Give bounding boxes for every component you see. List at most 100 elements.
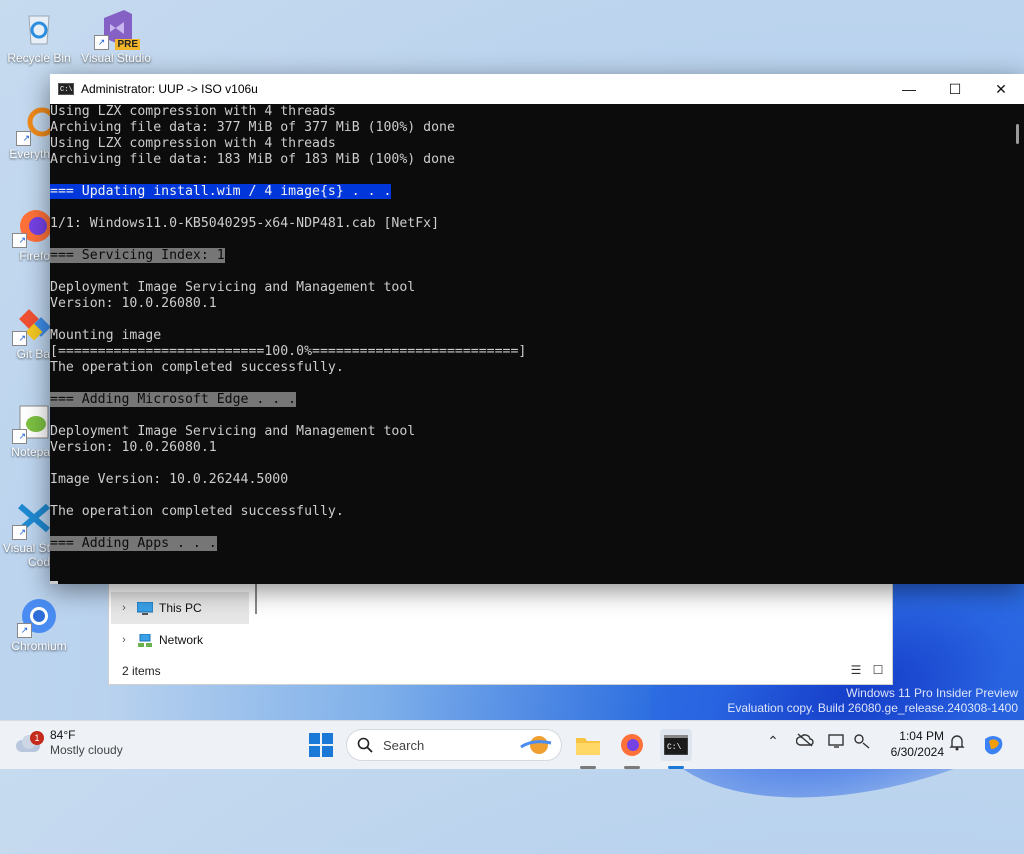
desktop-icon-git-bash[interactable]: ↗ Git Ba: [0, 304, 50, 361]
desktop-icon-label: Everyth: [9, 147, 50, 161]
start-button[interactable]: [305, 729, 337, 761]
search-label: Search: [383, 737, 425, 753]
evaluation-watermark: Windows 11 Pro Insider Preview Evaluatio…: [727, 686, 1018, 716]
notification-badge: 1: [30, 731, 44, 745]
status-bar-item-count: 2 items: [122, 664, 161, 678]
terminal-window: C:\ Administrator: UUP -> ISO v106u — ☐ …: [50, 74, 1024, 584]
windows-logo-icon: [309, 733, 333, 757]
desktop-icon-label: Visual Studio: [81, 51, 151, 65]
taskbar: 1 84°F Mostly cloudy Search C:\ ⌃ 1:04 P…: [0, 720, 1024, 769]
desktop-icon-vscode[interactable]: ↗ Visual St Cod: [0, 498, 50, 569]
scrollbar-thumb[interactable]: [1016, 124, 1019, 144]
terminal-text: The operation completed successfully.: [50, 504, 344, 519]
terminal-output[interactable]: Using LZX compression with 4 threads Arch…: [50, 104, 1008, 584]
shortcut-arrow-icon: ↗: [12, 331, 27, 346]
terminal-line: The operation completed successfully.: [50, 360, 1008, 376]
minimize-button[interactable]: —: [886, 74, 932, 104]
desktop-icon-label: Firefo: [19, 249, 50, 263]
nav-item-this-pc[interactable]: › This PC: [111, 592, 249, 624]
search-icon: [357, 737, 373, 753]
maximize-button[interactable]: ☐: [932, 74, 978, 104]
shortcut-arrow-icon: ↗: [16, 131, 31, 146]
tiles-view-icon[interactable]: ☐: [871, 664, 885, 677]
chevron-right-icon[interactable]: ›: [111, 602, 137, 614]
network-icon: [137, 633, 153, 647]
desktop-icon-label: Recycle Bin: [7, 51, 71, 65]
file-explorer-taskbar-button[interactable]: [572, 729, 604, 761]
terminal-text: Image Version: 10.0.26244.5000: [50, 472, 289, 487]
terminal-line: === Adding Microsoft Edge . . .: [50, 392, 1008, 408]
copilot-pre-icon[interactable]: [980, 733, 1006, 760]
svg-text:C:\: C:\: [667, 743, 682, 752]
command-prompt-icon: C:\: [664, 735, 688, 755]
nav-item-label: This PC: [159, 601, 202, 615]
weather-widget[interactable]: 1 84°F Mostly cloudy: [16, 728, 123, 758]
pane-splitter[interactable]: [255, 584, 257, 614]
terminal-line: === Servicing Index: 1: [50, 248, 1008, 264]
nav-item-network[interactable]: › Network: [111, 624, 249, 656]
terminal-taskbar-button[interactable]: C:\: [660, 729, 692, 761]
clock-date: 6/30/2024: [890, 745, 944, 759]
text-cursor: [50, 581, 58, 584]
desktop-icon-label: Git Ba: [16, 347, 50, 361]
shortcut-arrow-icon: ↗: [12, 429, 27, 444]
this-pc-icon: [136, 601, 154, 615]
clock-time: 1:04 PM: [899, 729, 944, 743]
vscode-icon: ↗: [12, 498, 50, 540]
desktop-icon-notepad-plus-plus[interactable]: ↗ Notepa: [0, 402, 50, 459]
system-clock[interactable]: 1:04 PM 6/30/2024: [880, 728, 944, 760]
terminal-text: Using LZX compression with 4 threads: [50, 136, 336, 151]
watermark-line1: Windows 11 Pro Insider Preview: [846, 686, 1018, 700]
taskbar-search-box[interactable]: Search: [346, 729, 562, 761]
nav-item-label: Network: [159, 633, 204, 647]
terminal-text: The operation completed successfully.: [50, 360, 344, 375]
details-view-icon[interactable]: ☰: [849, 664, 863, 677]
display-icon[interactable]: [826, 733, 848, 752]
terminal-line: Archiving file data: 377 MiB of 377 MiB …: [50, 120, 1008, 136]
chevron-right-icon[interactable]: ›: [111, 634, 137, 646]
terminal-scrollbar[interactable]: [1008, 104, 1024, 584]
terminal-text: Deployment Image Servicing and Managemen…: [50, 424, 416, 439]
everything-search-icon: ↗: [16, 104, 50, 146]
desktop-icon-label-line2: Cod: [27, 555, 50, 569]
terminal-line: Deployment Image Servicing and Managemen…: [50, 280, 1008, 296]
notification-bell-icon[interactable]: [946, 733, 968, 754]
show-hidden-icons-chevron-up-icon[interactable]: ⌃: [762, 733, 784, 750]
chromium-icon: ↗: [17, 596, 59, 638]
terminal-text: Deployment Image Servicing and Managemen…: [50, 280, 416, 295]
desktop-icon-visual-studio[interactable]: ↗ PRE Visual Studio: [78, 8, 154, 65]
network-status-icon[interactable]: [851, 733, 873, 752]
desktop-icon-chromium[interactable]: ↗ Chromium: [1, 596, 77, 653]
visual-studio-icon: ↗ PRE: [94, 8, 140, 50]
terminal-line: === Updating install.wim / 4 image{s} . …: [50, 184, 1008, 200]
onedrive-offline-icon[interactable]: [794, 733, 816, 750]
pre-badge: PRE: [115, 39, 140, 50]
desktop-icon-firefox[interactable]: ↗ Firefo: [0, 206, 50, 263]
desktop-icon-recycle-bin[interactable]: Recycle Bin: [1, 8, 77, 65]
terminal-section-header: === Adding Microsoft Edge . . .: [50, 392, 297, 407]
terminal-line: Using LZX compression with 4 threads: [50, 104, 1008, 120]
shortcut-arrow-icon: ↗: [12, 525, 27, 540]
notepad-plus-plus-icon: ↗: [12, 402, 50, 444]
terminal-titlebar[interactable]: C:\ Administrator: UUP -> ISO v106u — ☐ …: [50, 74, 1024, 104]
terminal-line: Using LZX compression with 4 threads: [50, 136, 1008, 152]
terminal-text: Archiving file data: 377 MiB of 377 MiB …: [50, 120, 455, 135]
terminal-text: 1/1: Windows11.0-KB5040295-x64-NDP481.ca…: [50, 216, 440, 231]
file-explorer-window: › This PC › Network 2 items ☰ ☐: [108, 584, 893, 685]
terminal-line: [50, 568, 1008, 584]
terminal-line: Mounting image: [50, 328, 1008, 344]
desktop-icon-everything[interactable]: ↗ Everyth: [0, 104, 50, 161]
firefox-taskbar-button[interactable]: [616, 729, 648, 761]
desktop-icon-label: Visual St: [2, 541, 50, 555]
recycle-bin-icon: [19, 8, 59, 48]
shortcut-arrow-icon: ↗: [17, 623, 32, 638]
close-button[interactable]: ✕: [978, 74, 1024, 104]
terminal-line: === Adding Apps . . .: [50, 536, 1008, 552]
